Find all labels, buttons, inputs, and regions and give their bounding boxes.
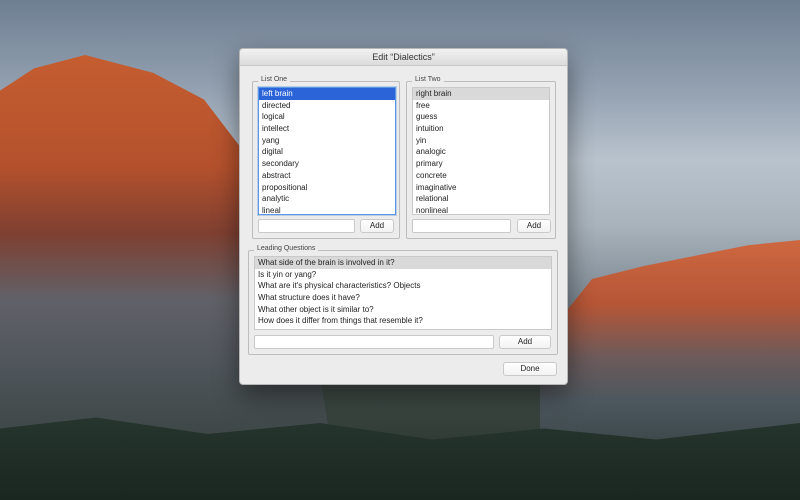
list-one-row[interactable]: analytic [259,193,395,205]
leading-questions-items: What side of the brain is involved in it… [255,257,551,327]
leading-questions-row[interactable]: What side of the brain is involved in it… [255,257,551,269]
list-one-input[interactable] [258,219,355,233]
list-one-row[interactable]: digital [259,146,395,158]
list-two-row[interactable]: analogic [413,146,549,158]
leading-questions-row[interactable]: What structure does it have? [255,292,551,304]
list-one-items: left brain directed logical intellect yang di… [259,88,395,214]
window-title: Edit “Dialectics” [240,49,567,66]
list-one-row[interactable]: left brain [259,88,395,100]
list-two-row[interactable]: concrete [413,170,549,182]
list-two-row[interactable]: free [413,100,549,112]
list-two-input[interactable] [412,219,511,233]
leading-questions-row[interactable]: Is it yin or yang? [255,269,551,281]
list-one-row[interactable]: yang [259,135,395,147]
list-two-row[interactable]: primary [413,158,549,170]
list-two-items: right brain free guess intuition yin analogic… [413,88,549,214]
list-one-label: List One [258,76,291,83]
list-one-list[interactable]: left brain directed logical intellect yang di… [258,87,396,215]
list-one-row[interactable]: secondary [259,158,395,170]
leading-questions-row[interactable]: How does it differ from things that rese… [255,315,551,327]
leading-questions-input[interactable] [254,335,494,349]
list-two-row[interactable]: intuition [413,123,549,135]
list-one-group: List One left brain directed logical intell… [252,76,400,239]
list-two-row[interactable]: imaginative [413,182,549,194]
leading-questions-group: Leading Questions What side of the brain… [248,245,558,355]
list-one-add-button[interactable]: Add [360,219,394,233]
leading-questions-list[interactable]: What side of the brain is involved in it… [254,256,552,330]
list-two-label: List Two [412,76,444,83]
leading-questions-row[interactable]: What are it's physical characteristics? … [255,280,551,292]
list-two-list[interactable]: right brain free guess intuition yin analogic… [412,87,550,215]
leading-questions-add-button[interactable]: Add [499,335,551,349]
list-two-row[interactable]: nonlineal [413,205,549,214]
list-two-add-button[interactable]: Add [517,219,551,233]
list-one-row[interactable]: propositional [259,182,395,194]
list-two-row[interactable]: right brain [413,88,549,100]
list-two-row[interactable]: relational [413,193,549,205]
list-one-row[interactable]: logical [259,111,395,123]
list-one-row[interactable]: directed [259,100,395,112]
list-two-row[interactable]: yin [413,135,549,147]
leading-questions-label: Leading Questions [254,245,319,252]
done-button[interactable]: Done [503,362,557,376]
edit-dialectics-window: Edit “Dialectics” List One left brain dir… [239,48,568,385]
leading-questions-row[interactable]: What other object is it similar to? [255,304,551,316]
list-two-group: List Two right brain free guess intuition yi… [406,76,556,239]
list-one-row[interactable]: intellect [259,123,395,135]
list-one-row[interactable]: lineal [259,205,395,214]
list-one-row[interactable]: abstract [259,170,395,182]
list-two-row[interactable]: guess [413,111,549,123]
